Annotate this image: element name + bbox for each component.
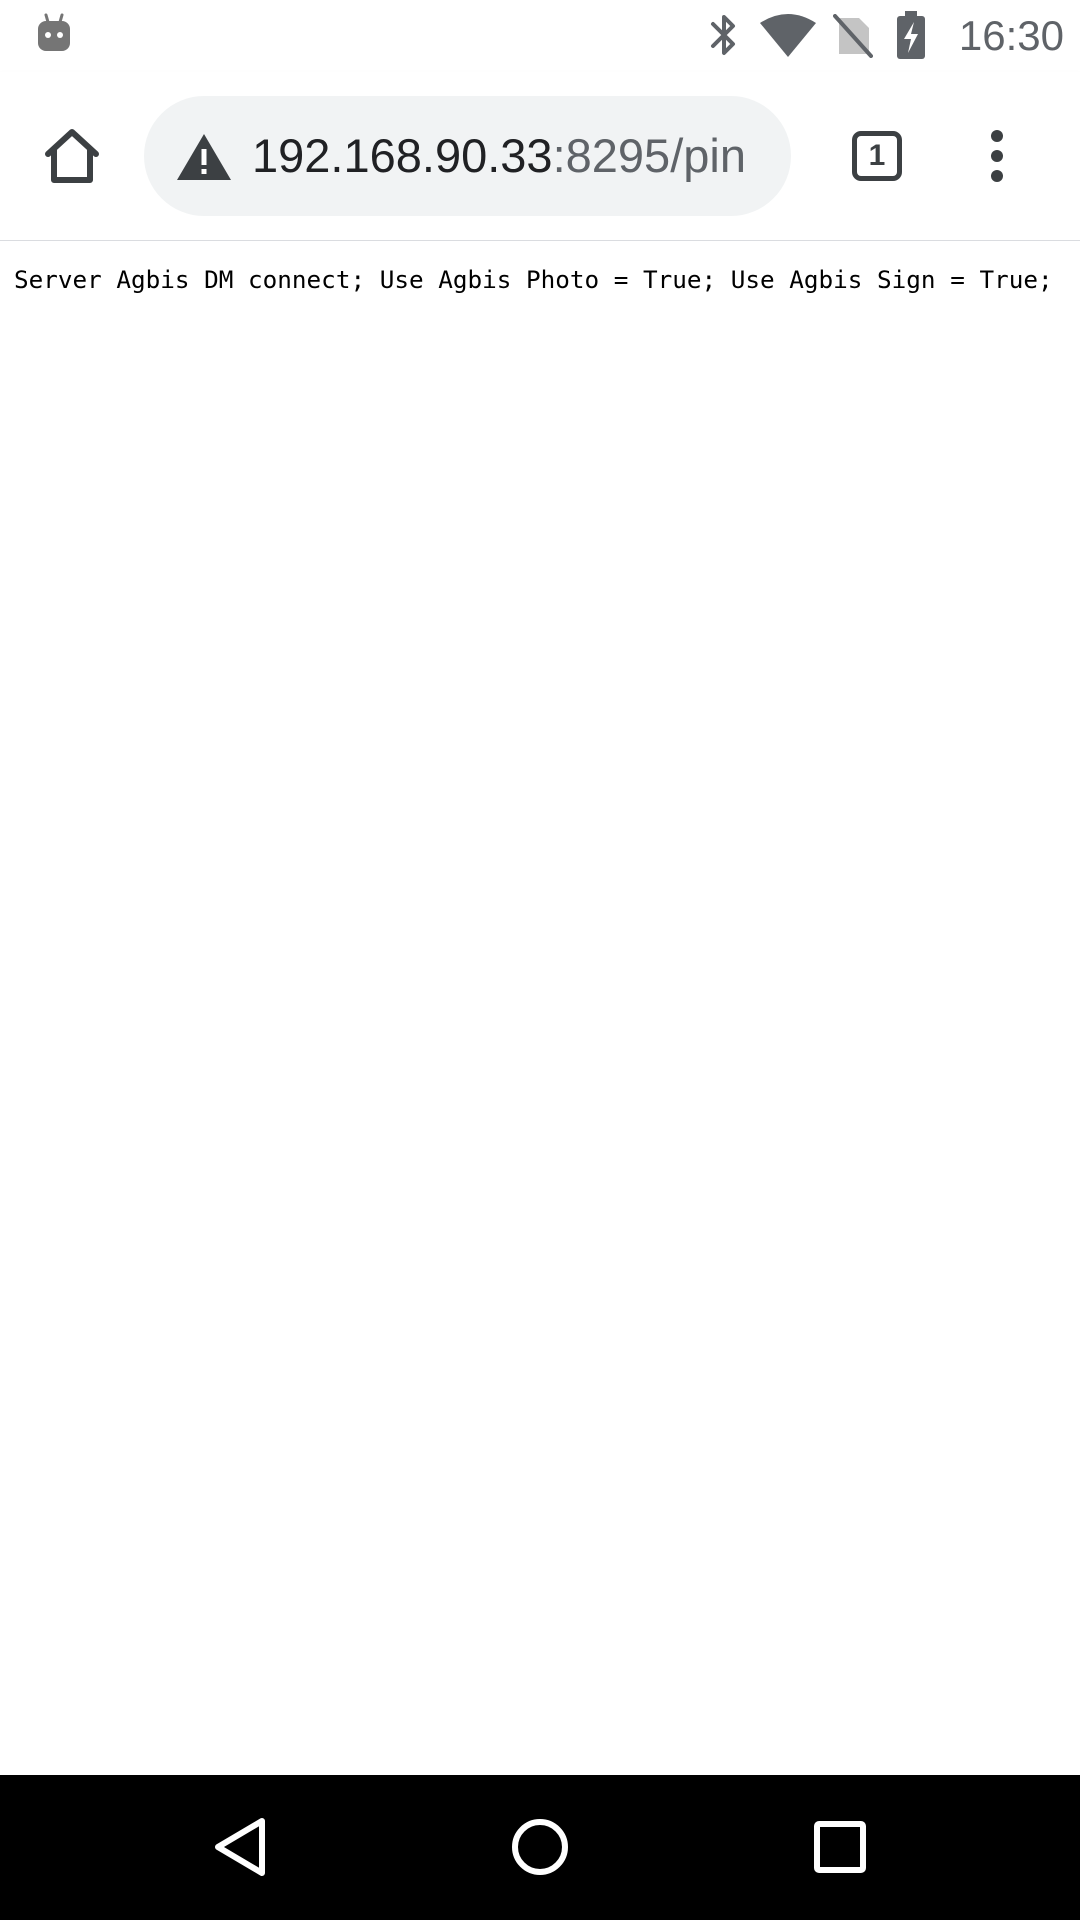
- back-icon: [215, 1818, 265, 1876]
- battery-charging-icon: [897, 11, 925, 59]
- url-path: :8295/pin: [552, 129, 746, 182]
- tab-switcher-button[interactable]: 1: [835, 114, 919, 198]
- url-host: 192.168.90.33: [252, 129, 553, 182]
- warning-icon[interactable]: [176, 132, 232, 182]
- wifi-icon: [760, 14, 816, 57]
- tab-switcher-icon: 1: [852, 131, 902, 181]
- browser-toolbar: 192.168.90.33:8295/pin 1: [0, 72, 1080, 241]
- recents-button[interactable]: [790, 1797, 890, 1897]
- back-button[interactable]: [190, 1797, 290, 1897]
- url-text[interactable]: 192.168.90.33:8295/pin: [252, 96, 746, 216]
- home-circle-icon: [512, 1819, 568, 1875]
- page-text: Server Agbis DM connect; Use Agbis Photo…: [14, 265, 1053, 294]
- status-bar: 16:30: [0, 0, 1080, 72]
- more-vert-icon: [991, 130, 1003, 182]
- page-content: Server Agbis DM connect; Use Agbis Photo…: [0, 241, 1080, 1775]
- tab-count: 1: [868, 139, 886, 172]
- status-clock: 16:30: [958, 12, 1064, 59]
- navigation-bar: [0, 1775, 1080, 1920]
- url-bar[interactable]: 192.168.90.33:8295/pin: [144, 96, 791, 216]
- no-sim-icon: [833, 14, 873, 58]
- screen: 16:30 192.168.90.33:8295/pin 1 Server Ag…: [0, 0, 1080, 1920]
- home-icon: [45, 129, 99, 183]
- home-button[interactable]: [30, 114, 114, 198]
- nav-home-button[interactable]: [490, 1797, 590, 1897]
- more-menu-button[interactable]: [955, 114, 1039, 198]
- android-notification-icon: [38, 13, 70, 51]
- bluetooth-icon: [711, 15, 735, 55]
- recents-icon: [814, 1821, 866, 1873]
